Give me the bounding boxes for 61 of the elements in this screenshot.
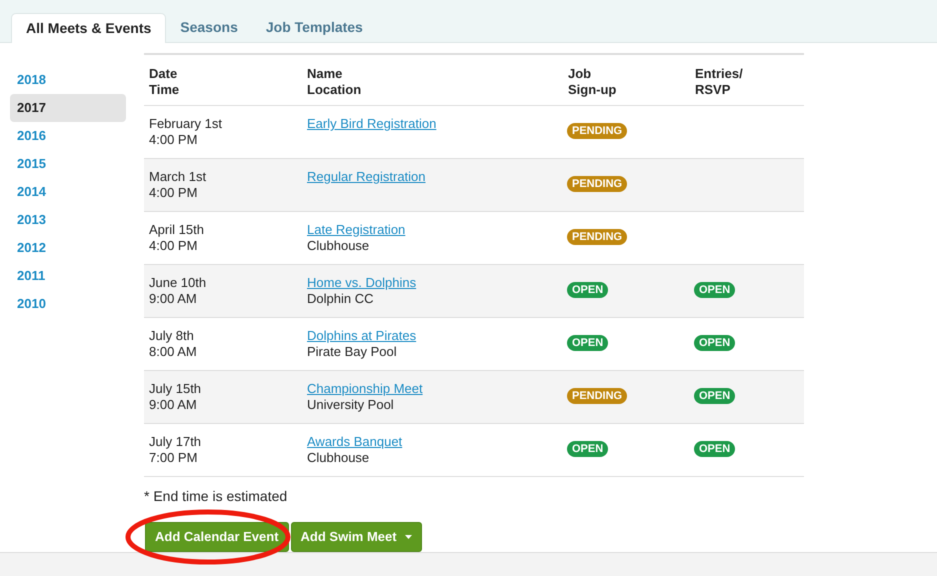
column-header: Name	[307, 66, 344, 82]
event-link[interactable]: Awards Banquet	[307, 434, 402, 450]
column-header: Location	[307, 82, 362, 98]
event-date: March 1st	[149, 169, 208, 185]
year-item[interactable]: 2013	[10, 206, 126, 234]
event-time: 9:00 AM	[149, 397, 198, 413]
tab[interactable]: All Meets & Events	[11, 13, 166, 43]
tab[interactable]: Seasons	[166, 12, 252, 42]
column-header: Time	[149, 82, 180, 98]
event-location: Dolphin CC	[307, 291, 374, 307]
status-badge: OPEN	[567, 335, 608, 351]
event-date: February 1st	[149, 116, 223, 132]
event-time: 7:00 PM	[149, 450, 198, 466]
year-item[interactable]: 2015	[10, 150, 126, 178]
caret-icon	[404, 535, 412, 539]
event-location: Pirate Bay Pool	[307, 344, 397, 360]
status-badge: PENDING	[567, 388, 628, 404]
year-item[interactable]: 2010	[10, 290, 126, 318]
tab[interactable]: Job Templates	[252, 12, 377, 42]
event-link[interactable]: Championship Meet	[307, 381, 423, 397]
event-date: July 15th	[149, 381, 202, 397]
status-badge: OPEN	[567, 441, 608, 457]
status-badge: OPEN	[567, 282, 608, 298]
column-header: Entries/	[695, 66, 744, 82]
status-badge: OPEN	[694, 388, 736, 404]
footnote: * End time is estimated	[144, 487, 288, 506]
year-item[interactable]: 2011	[10, 262, 126, 290]
event-link[interactable]: Late Registration	[307, 222, 406, 238]
status-badge: OPEN	[694, 441, 736, 457]
event-link[interactable]: Home vs. Dolphins	[307, 275, 416, 291]
year-item[interactable]: 2018	[10, 66, 126, 94]
event-time: 4:00 PM	[149, 132, 198, 148]
add-button[interactable]: Add Swim Meet	[290, 522, 422, 552]
year-item[interactable]: 2012	[10, 234, 126, 262]
event-time: 9:00 AM	[149, 291, 198, 307]
event-location: University Pool	[307, 397, 394, 413]
event-date: July 8th	[149, 328, 195, 344]
status-badge: OPEN	[694, 335, 736, 351]
event-location: Clubhouse	[307, 450, 370, 466]
event-location: Clubhouse	[307, 238, 370, 254]
status-badge: PENDING	[567, 123, 628, 139]
event-date: June 10th	[149, 275, 208, 291]
event-time: 4:00 PM	[149, 185, 198, 201]
column-header: Sign-up	[568, 82, 618, 98]
column-header: RSVP	[695, 82, 732, 98]
column-header: Job	[568, 66, 592, 82]
year-item[interactable]: 2016	[10, 122, 126, 150]
event-date: April 15th	[149, 222, 205, 238]
year-item[interactable]: 2017	[10, 94, 126, 122]
event-date: July 17th	[149, 434, 202, 450]
add-button[interactable]: Add Calendar Event	[145, 522, 289, 552]
status-badge: OPEN	[694, 282, 736, 298]
event-link[interactable]: Dolphins at Pirates	[307, 328, 416, 344]
status-badge: PENDING	[567, 229, 628, 245]
column-header: Date	[149, 66, 178, 82]
event-time: 4:00 PM	[149, 238, 198, 254]
event-link[interactable]: Early Bird Registration	[307, 116, 436, 132]
status-badge: PENDING	[567, 176, 628, 192]
year-item[interactable]: 2014	[10, 178, 126, 206]
event-link[interactable]: Regular Registration	[307, 169, 426, 185]
event-time: 8:00 AM	[149, 344, 198, 360]
